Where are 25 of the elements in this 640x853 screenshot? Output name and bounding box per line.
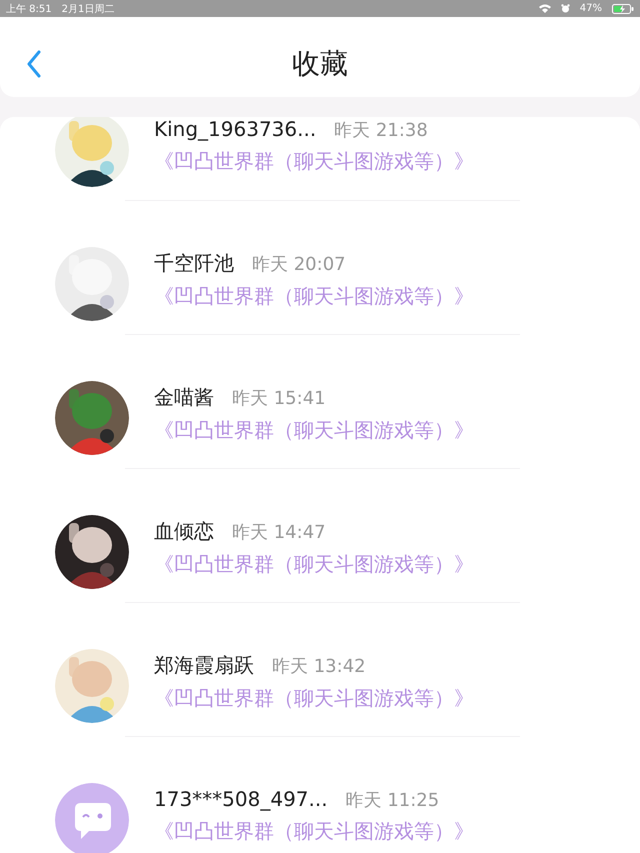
user-name: 千空阡池 <box>154 250 234 277</box>
timestamp: 昨天 20:07 <box>252 253 346 276</box>
timestamp: 昨天 14:47 <box>232 521 326 544</box>
timestamp: 昨天 11:25 <box>346 789 440 812</box>
group-name[interactable]: 《凹凸世界群（聊天斗图游戏等）》 <box>154 551 474 578</box>
group-name[interactable]: 《凹凸世界群（聊天斗图游戏等）》 <box>154 818 474 845</box>
group-name[interactable]: 《凹凸世界群（聊天斗图游戏等）》 <box>154 283 474 310</box>
group-name[interactable]: 《凹凸世界群（聊天斗图游戏等）》 <box>154 685 474 712</box>
user-name: King_1963736... <box>154 117 316 141</box>
user-name: 173***508_497... <box>154 787 328 811</box>
status-time: 上午 8:51 <box>6 2 52 16</box>
battery-charging-icon <box>612 4 634 14</box>
user-name: 郑海霞扇跃 <box>154 652 254 679</box>
wifi-icon <box>538 4 551 13</box>
page-title: 收藏 <box>292 46 348 82</box>
timestamp: 昨天 13:42 <box>272 655 366 678</box>
group-name[interactable]: 《凹凸世界群（聊天斗图游戏等）》 <box>154 148 474 175</box>
alarm-clock-icon <box>560 4 570 13</box>
timestamp: 昨天 15:41 <box>232 387 326 410</box>
status-date: 2月1日周二 <box>62 2 114 16</box>
battery-percent: 47% <box>580 3 602 14</box>
user-name: 血倾恋 <box>154 518 214 545</box>
group-name[interactable]: 《凹凸世界群（聊天斗图游戏等）》 <box>154 417 474 444</box>
timestamp: 昨天 21:38 <box>334 119 428 142</box>
user-name: 金喵酱 <box>154 384 214 411</box>
